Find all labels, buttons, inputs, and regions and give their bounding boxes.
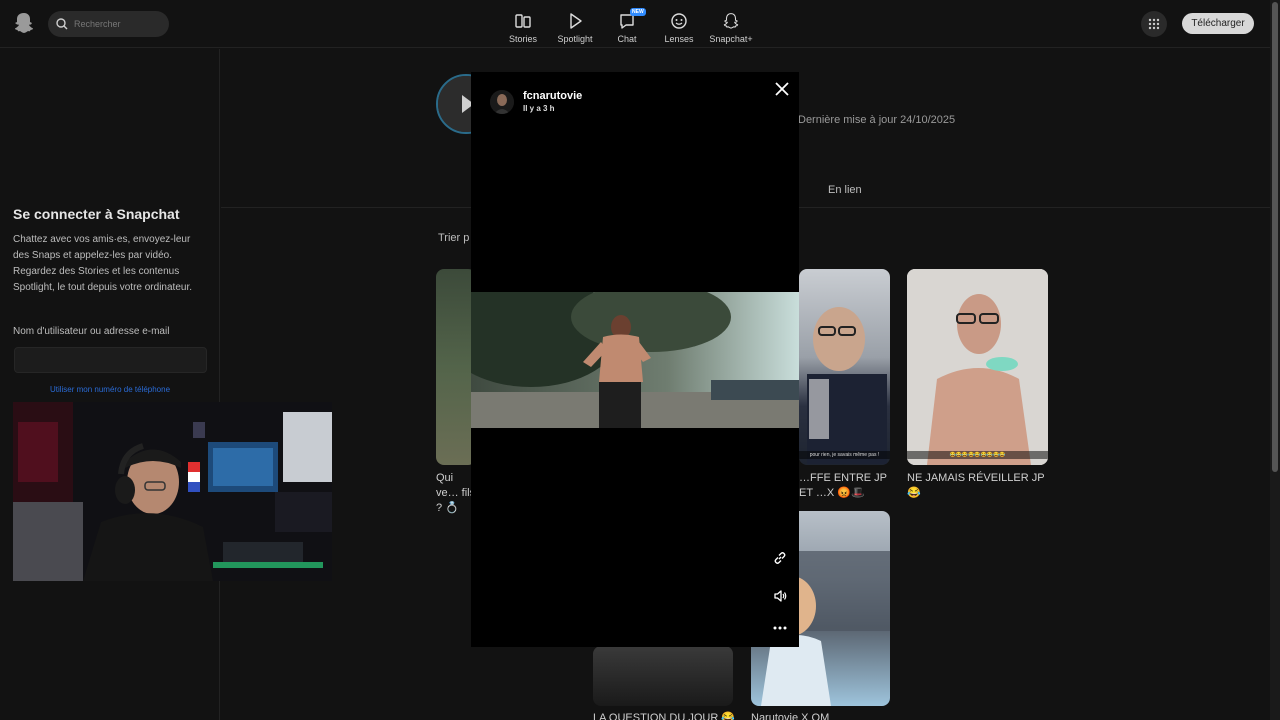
nav-lenses-label: Lenses (664, 34, 694, 44)
webcam-image (13, 402, 332, 581)
spotlight-play-icon (570, 13, 582, 29)
video-frame (471, 292, 799, 428)
search-bar[interactable] (48, 11, 169, 37)
login-sidebar: Se connecter à Snapchat Chattez avec vos… (0, 49, 220, 720)
username-label: Nom d'utilisateur ou adresse e-mail (13, 326, 170, 337)
nav-stories[interactable]: Stories (498, 8, 548, 44)
story-timestamp: Il y a 3 h (523, 104, 555, 113)
more-icon (773, 626, 787, 630)
snapchat-web-page: Stories Spotlight NEW Chat Lenses Snapch… (0, 0, 1280, 720)
stories-icon (515, 14, 531, 28)
tab-linked[interactable]: En lien (828, 184, 862, 196)
use-phone-link[interactable]: Utiliser mon numéro de téléphone (0, 385, 220, 394)
link-icon (774, 552, 786, 564)
nav-snapchat-plus[interactable]: Snapchat+ (706, 8, 756, 44)
search-input[interactable] (74, 19, 154, 29)
last-updated-text: Dernière mise à jour 24/10/2025 (798, 114, 956, 126)
spotlight-card[interactable] (436, 269, 476, 465)
nav-snapchat-plus-label: Snapchat+ (709, 34, 753, 44)
new-badge: NEW (630, 8, 646, 16)
login-title: Se connecter à Snapchat (13, 206, 180, 222)
avatar-image (490, 90, 514, 114)
spotlight-card[interactable]: 😂😂😂😂😂😂😂😂😂 (907, 269, 1048, 465)
grid-icon (1148, 18, 1160, 30)
spotlight-card[interactable] (593, 646, 733, 706)
nav-lenses[interactable]: Lenses (654, 8, 704, 44)
spotlight-card[interactable]: pour rien, je savais même pas ! (799, 269, 890, 465)
close-icon[interactable] (774, 81, 790, 97)
snapchat-ghost-icon[interactable] (14, 12, 34, 34)
top-bar: Stories Spotlight NEW Chat Lenses Snapch… (0, 0, 1270, 48)
link-button[interactable] (770, 548, 790, 568)
story-author-avatar[interactable] (490, 90, 514, 114)
card-thumbnail (907, 269, 1048, 465)
nav-spotlight-label: Spotlight (557, 34, 593, 44)
sort-label[interactable]: Trier p (438, 232, 469, 244)
card-caption: NE JAMAIS RÉVEILLER JP 😂 (907, 472, 1045, 499)
story-viewer[interactable]: fcnarutovie Il y a 3 h (471, 72, 799, 647)
lenses-icon (671, 13, 687, 29)
apps-menu-button[interactable] (1141, 11, 1167, 37)
card-caption: Qui ve… fils ? 💍 (436, 472, 476, 514)
username-field[interactable] (14, 347, 207, 373)
story-author-name[interactable]: fcnarutovie (523, 90, 582, 102)
webcam-overlay (13, 402, 332, 581)
card-caption: LA QUESTION DU JOUR 😂 (593, 712, 736, 720)
nav-chat[interactable]: NEW Chat (602, 8, 652, 44)
card-overlay-text: pour rien, je savais même pas ! (799, 451, 890, 459)
more-options-button[interactable] (770, 618, 790, 638)
story-video[interactable] (471, 292, 799, 428)
login-description: Chattez avec vos amis·es, envoyez-leur d… (13, 234, 193, 293)
sound-button[interactable] (770, 586, 790, 606)
search-icon (56, 18, 68, 30)
download-button[interactable]: Télécharger (1182, 13, 1254, 34)
snapchat-plus-icon (723, 13, 739, 29)
scrollbar-thumb[interactable] (1272, 2, 1278, 472)
nav-spotlight[interactable]: Spotlight (550, 8, 600, 44)
nav-chat-label: Chat (617, 34, 637, 44)
card-caption: Narutovie X OM (751, 712, 830, 720)
card-caption: …FFE ENTRE JP ET …X 😡🎩 (799, 472, 887, 499)
page-scrollbar[interactable] (1270, 0, 1280, 720)
nav-stories-label: Stories (508, 34, 537, 44)
speaker-icon (774, 590, 787, 602)
card-overlay-text: 😂😂😂😂😂😂😂😂😂 (907, 451, 1048, 459)
card-thumbnail (807, 307, 887, 464)
